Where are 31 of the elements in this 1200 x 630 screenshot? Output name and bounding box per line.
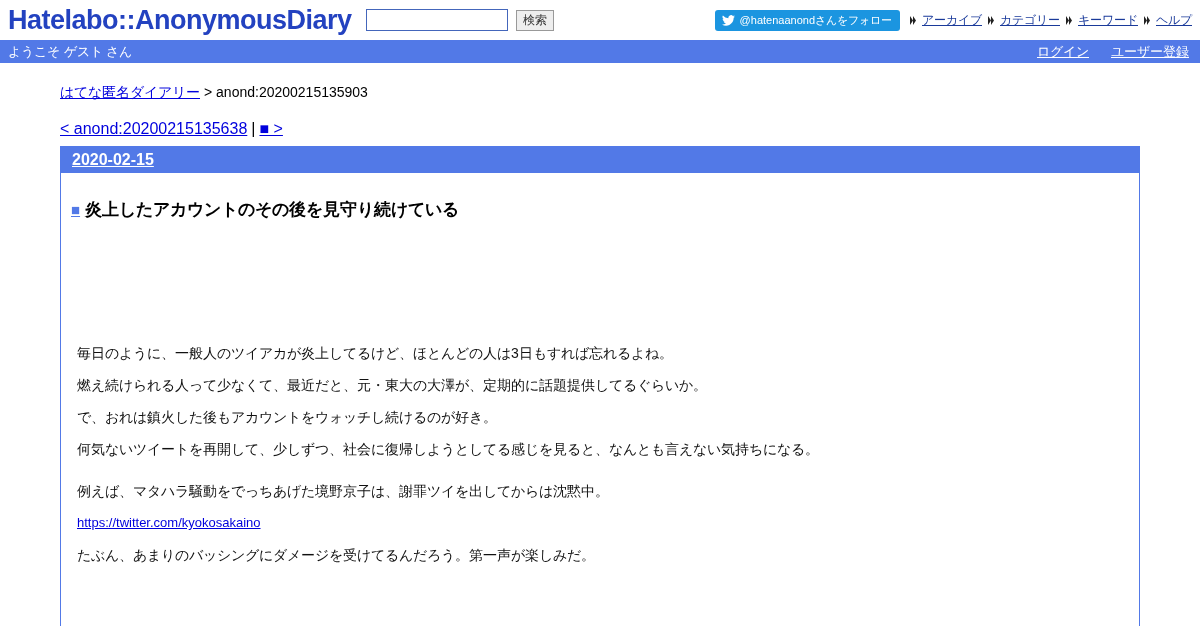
permalink-mark[interactable]: ■: [71, 201, 81, 218]
site-logo[interactable]: Hatelabo::AnonymousDiary: [8, 4, 352, 36]
arrow-icon: [988, 15, 994, 25]
paragraph: 何気ないツイートを再開して、少しずつ、社会に復帰しようとしてる感じを見ると、なんとも言えない気持ちになる。: [77, 440, 820, 458]
account-link[interactable]: ユーザー登録: [1111, 42, 1189, 61]
account-link[interactable]: ログイン: [1037, 42, 1089, 61]
search-button[interactable]: 検索: [515, 9, 554, 31]
paragraph: で、おれは鎮火した後もアカウントをウォッチし続けるのが好き。: [77, 408, 498, 426]
nav-link[interactable]: ヘルプ: [1156, 11, 1192, 29]
url-link[interactable]: https://twitter.com/kyokosakaino: [77, 514, 261, 532]
arrow-icon: [1066, 15, 1072, 25]
search-field[interactable]: [365, 9, 508, 31]
welcome-text: ようこそ ゲスト さん: [8, 42, 133, 61]
nav-link[interactable]: キーワード: [1078, 11, 1138, 29]
nav-link[interactable]: アーカイブ: [922, 11, 982, 29]
entry-title: 炎上したアカウントのその後を見守り続けている: [85, 199, 460, 221]
arrow-icon: [910, 15, 916, 25]
paragraph: 毎日のように、一般人のツイアカが炎上してるけど、ほとんどの人は3日もすれば忘れるよね。: [77, 344, 674, 362]
prev-link[interactable]: < anond:20200215135638: [60, 120, 248, 138]
date-link[interactable]: 2020-02-15: [72, 151, 154, 169]
paragraph: 例えば、マタハラ騒動をでっちあげた境野京子は、謝罪ツイを出してからは沈黙中。: [77, 482, 610, 500]
paragraph: 燃え続けられる人って少なくて、最近だと、元・東大の大澤が、定期的に話題提供してるぐらいか。: [77, 376, 708, 394]
follow-label: @hatenaanondさんをフォロー: [739, 12, 892, 28]
arrow-icon: [1144, 15, 1150, 25]
breadcrumb-link[interactable]: はてな匿名ダイアリー: [60, 84, 200, 102]
pager-separator: |: [251, 120, 256, 138]
next-link[interactable]: ■ >: [259, 120, 283, 138]
paragraph: たぶん、あまりのバッシングにダメージを受けてるんだろう。第一声が楽しみだ。: [77, 546, 596, 564]
bird-icon: [721, 14, 735, 26]
breadcrumb-current: > anond:20200215135903: [204, 84, 368, 102]
nav-link[interactable]: カテゴリー: [1000, 11, 1060, 29]
